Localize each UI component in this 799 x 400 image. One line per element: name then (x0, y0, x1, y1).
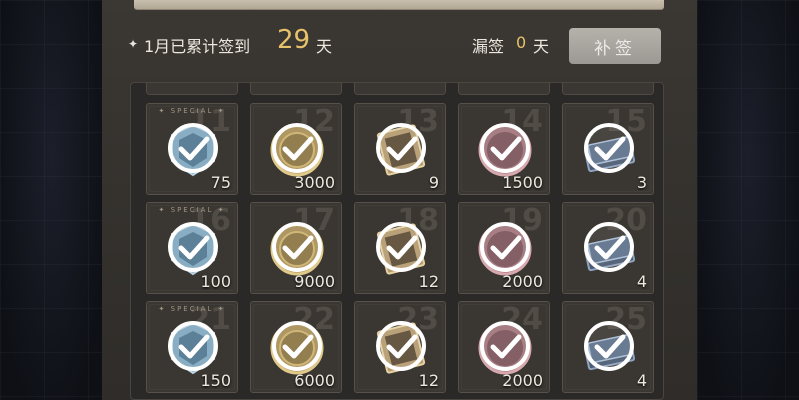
reward-quantity: 4 (636, 371, 647, 390)
reward-quantity: 12 (418, 371, 439, 390)
claimed-check-icon (163, 217, 223, 277)
special-tag: ✦ SPECIAL ✦ (158, 206, 226, 214)
missed-days-count: 0 (516, 33, 527, 52)
reward-cell-day-22[interactable]: 22 6000 (250, 301, 342, 393)
reward-cell-day-21[interactable]: 21 ✦ SPECIAL ✦ 150 (146, 301, 238, 393)
reward-cell-day-25[interactable]: 25 4 (562, 301, 654, 393)
background-left (0, 0, 102, 400)
background-right (697, 0, 799, 400)
claimed-check-icon (267, 118, 327, 178)
missed-label: 漏签 (472, 37, 505, 56)
claimed-check-icon (163, 316, 223, 376)
reward-grid: 11 ✦ SPECIAL ✦ 75 12 3000 13 9 14 1500 15 3 16 ✦ SPE… (130, 82, 664, 400)
claimed-check-icon (475, 118, 535, 178)
banner-strip (134, 0, 664, 10)
claimed-check-icon (475, 217, 535, 277)
reward-cell-day-11[interactable]: 11 ✦ SPECIAL ✦ 75 (146, 103, 238, 195)
reward-quantity: 3000 (294, 173, 335, 192)
reward-quantity: 75 (210, 173, 231, 192)
reward-cell-day-18[interactable]: 18 12 (354, 202, 446, 294)
claimed-check-icon (267, 217, 327, 277)
claimed-check-icon (371, 316, 431, 376)
reward-quantity: 9 (428, 173, 439, 192)
previous-row-edge (458, 83, 550, 95)
special-tag: ✦ SPECIAL ✦ (158, 305, 226, 313)
previous-row-edge (250, 83, 342, 95)
reward-cell-day-16[interactable]: 16 ✦ SPECIAL ✦ 100 (146, 202, 238, 294)
reward-quantity: 9000 (294, 272, 335, 291)
signin-days-unit: 天 (316, 37, 333, 56)
previous-row-edge (146, 83, 238, 95)
signin-prefix: 1月已累计签到 (144, 37, 251, 56)
reward-quantity: 2000 (502, 371, 543, 390)
reward-cell-day-14[interactable]: 14 1500 (458, 103, 550, 195)
claimed-check-icon (371, 217, 431, 277)
reward-cell-day-20[interactable]: 20 4 (562, 202, 654, 294)
claimed-check-icon (475, 316, 535, 376)
previous-row-edge (354, 83, 446, 95)
signin-header: ✦ 1月已累计签到 29 天 漏签 0 天 补签 (102, 22, 697, 70)
reward-quantity: 3 (636, 173, 647, 192)
signin-panel: ✦ 1月已累计签到 29 天 漏签 0 天 补签 11 ✦ SPECIAL ✦ 75… (102, 0, 697, 400)
previous-row-edge (562, 83, 654, 95)
reward-quantity: 6000 (294, 371, 335, 390)
reward-cell-day-17[interactable]: 17 9000 (250, 202, 342, 294)
claimed-check-icon (579, 118, 639, 178)
special-tag: ✦ SPECIAL ✦ (158, 107, 226, 115)
missed-days-unit: 天 (533, 37, 550, 56)
claimed-check-icon (371, 118, 431, 178)
reward-cell-day-12[interactable]: 12 3000 (250, 103, 342, 195)
claimed-check-icon (579, 217, 639, 277)
claimed-check-icon (267, 316, 327, 376)
reward-quantity: 12 (418, 272, 439, 291)
reward-cell-day-23[interactable]: 23 12 (354, 301, 446, 393)
reward-cell-day-19[interactable]: 19 2000 (458, 202, 550, 294)
reward-quantity: 100 (200, 272, 231, 291)
reward-quantity: 1500 (502, 173, 543, 192)
reward-quantity: 150 (200, 371, 231, 390)
reward-quantity: 4 (636, 272, 647, 291)
reward-cell-day-24[interactable]: 24 2000 (458, 301, 550, 393)
reward-quantity: 2000 (502, 272, 543, 291)
claimed-check-icon (579, 316, 639, 376)
reward-cell-day-13[interactable]: 13 9 (354, 103, 446, 195)
sparkle-icon: ✦ (128, 37, 139, 51)
reward-cell-day-15[interactable]: 15 3 (562, 103, 654, 195)
signin-days-count: 29 (277, 25, 311, 55)
claimed-check-icon (163, 118, 223, 178)
makeup-signin-button[interactable]: 补签 (569, 28, 661, 64)
